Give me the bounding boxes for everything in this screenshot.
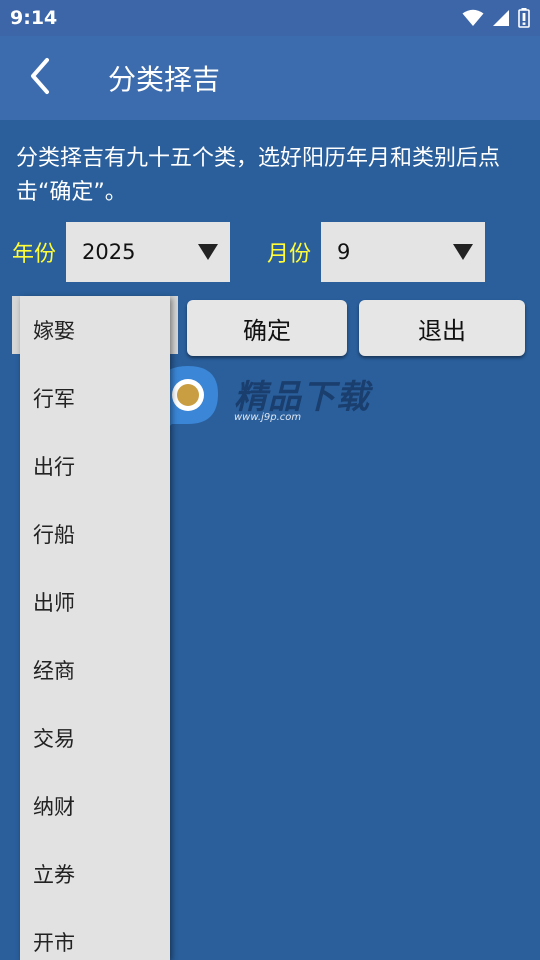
list-item[interactable]: 行船 — [20, 500, 170, 568]
list-item[interactable]: 交易 — [20, 704, 170, 772]
year-spinner[interactable]: 2025 — [66, 222, 230, 282]
month-label: 月份 — [267, 242, 312, 267]
battery-icon — [518, 8, 530, 28]
list-item[interactable]: 出行 — [20, 432, 170, 500]
category-dropdown-list: 嫁娶 行军 出行 行船 出师 经商 交易 纳财 立券 开市 — [20, 296, 170, 960]
signal-icon — [492, 9, 510, 27]
exit-button[interactable]: 退出 — [359, 300, 525, 356]
status-icons — [462, 8, 530, 28]
chevron-left-icon — [25, 56, 55, 100]
wifi-icon — [462, 9, 484, 27]
date-selector-row: 年份 2025 月份 9 — [0, 222, 540, 282]
year-value: 2025 — [82, 240, 136, 264]
watermark-text: 精品下载 — [234, 377, 370, 416]
list-item[interactable]: 经商 — [20, 636, 170, 704]
list-item[interactable]: 纳财 — [20, 772, 170, 840]
status-time: 9:14 — [10, 7, 58, 29]
list-item[interactable]: 立券 — [20, 840, 170, 908]
month-value: 9 — [337, 240, 351, 264]
watermark-logo: 精品下载 www.j9p.com — [150, 362, 390, 442]
list-item[interactable]: 出师 — [20, 568, 170, 636]
watermark-url: www.j9p.com — [234, 412, 302, 423]
intro-text: 分类择吉有九十五个类，选好阳历年月和类别后点击“确定”。 — [16, 146, 501, 205]
confirm-button[interactable]: 确定 — [187, 300, 347, 356]
list-item[interactable]: 开市 — [20, 908, 170, 960]
back-button[interactable] — [0, 36, 80, 120]
list-item[interactable]: 行军 — [20, 364, 170, 432]
year-label: 年份 — [12, 242, 57, 267]
list-item[interactable]: 嫁娶 — [20, 296, 170, 364]
status-bar: 9:14 — [0, 0, 540, 36]
dropdown-arrow-icon — [198, 244, 218, 260]
month-spinner[interactable]: 9 — [321, 222, 485, 282]
page-title: 分类择吉 — [108, 63, 221, 96]
dropdown-arrow-icon — [453, 244, 473, 260]
app-bar: 分类择吉 — [0, 36, 540, 120]
